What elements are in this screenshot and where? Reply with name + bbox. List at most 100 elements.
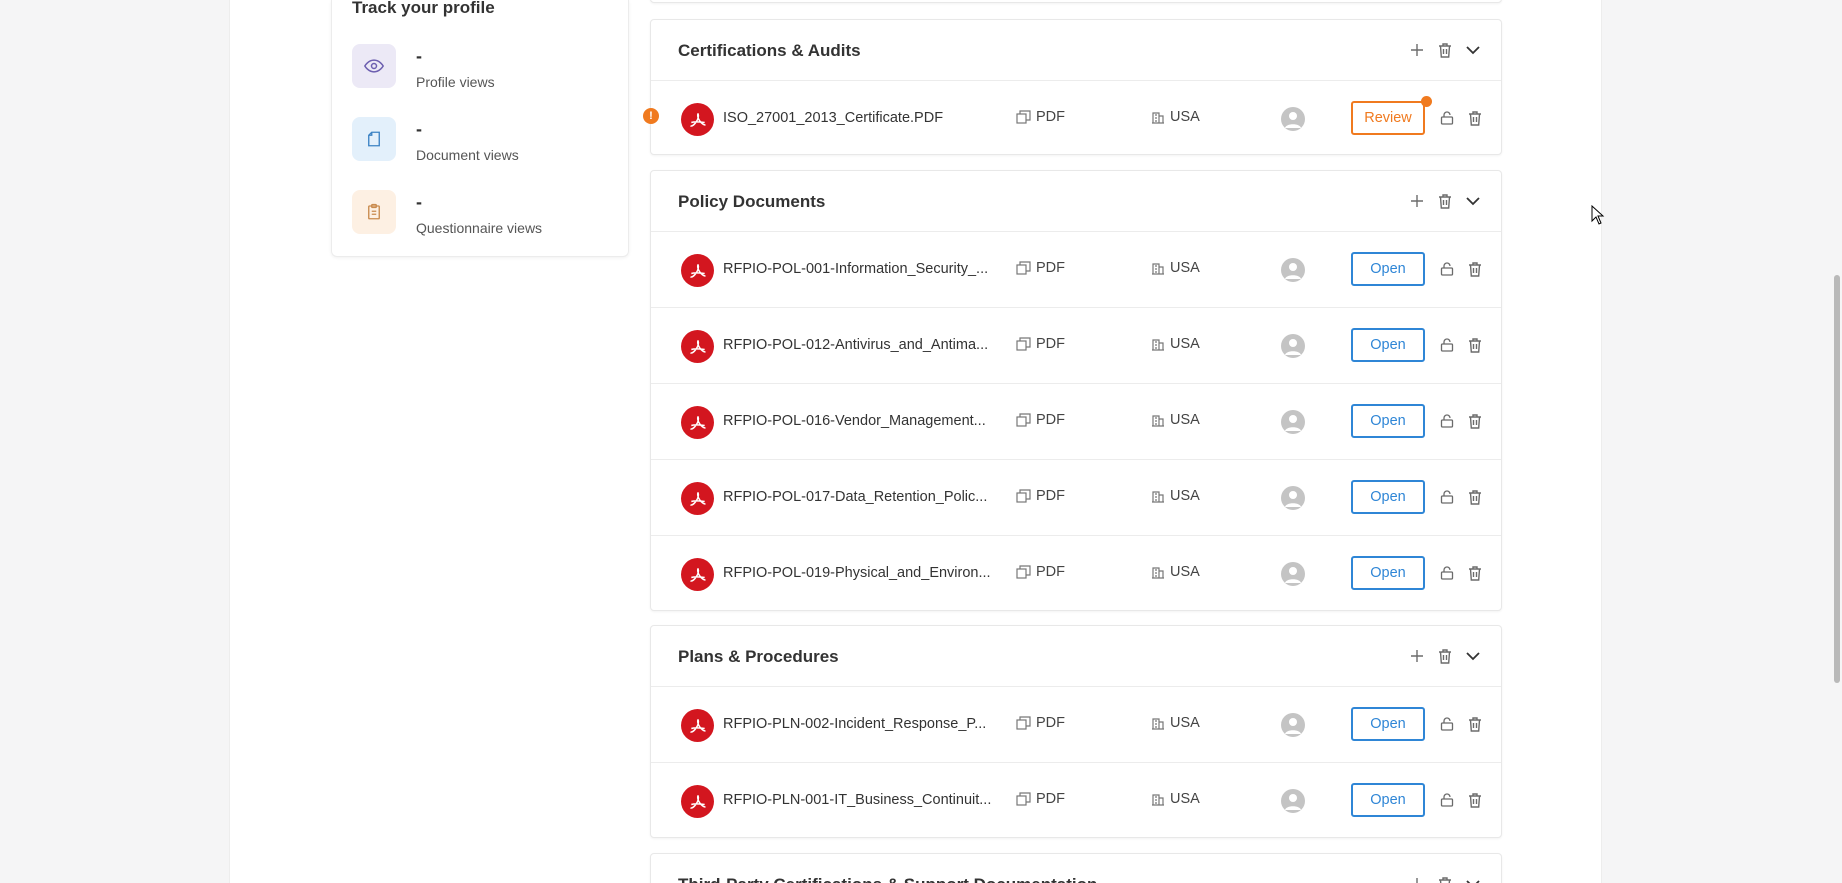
region-label: USA <box>1170 336 1200 352</box>
file-type-label: PDF <box>1036 260 1065 276</box>
section-third-party-certifications: Third-Party Certifications & Support Doc… <box>650 853 1502 883</box>
open-button[interactable]: Open <box>1351 328 1425 362</box>
chevron-down-icon[interactable] <box>1465 876 1481 883</box>
unlock-icon[interactable] <box>1439 792 1455 808</box>
region: USA <box>1151 791 1200 807</box>
unlock-icon[interactable] <box>1439 565 1455 581</box>
region: USA <box>1151 260 1200 276</box>
file-type-label: PDF <box>1036 715 1065 731</box>
document-row[interactable]: RFPIO-POL-019-Physical_and_Environ... PD… <box>651 536 1501 610</box>
review-button[interactable]: Review <box>1351 101 1425 135</box>
trash-icon[interactable] <box>1467 792 1483 808</box>
region-label: USA <box>1170 564 1200 580</box>
add-icon[interactable] <box>1409 876 1425 883</box>
document-row[interactable]: RFPIO-PLN-001-IT_Business_Continuit... P… <box>651 763 1501 837</box>
trash-icon[interactable] <box>1467 110 1483 126</box>
document-name[interactable]: RFPIO-POL-017-Data_Retention_Polic... <box>723 489 993 505</box>
region: USA <box>1151 336 1200 352</box>
avatar <box>1281 410 1305 434</box>
section-actions <box>1409 42 1481 58</box>
previous-section-edge <box>650 0 1502 3</box>
stat-questionnaire-views: - Questionnaire views <box>352 190 612 240</box>
open-button[interactable]: Open <box>1351 404 1425 438</box>
trash-icon[interactable] <box>1437 648 1453 664</box>
region-label: USA <box>1170 260 1200 276</box>
avatar <box>1281 258 1305 282</box>
add-icon[interactable] <box>1409 42 1425 58</box>
unlock-icon[interactable] <box>1439 337 1455 353</box>
trash-icon[interactable] <box>1467 489 1483 505</box>
file-type-label: PDF <box>1036 336 1065 352</box>
unlock-icon[interactable] <box>1439 413 1455 429</box>
trash-icon[interactable] <box>1467 716 1483 732</box>
file-type: PDF <box>1016 564 1065 580</box>
unlock-icon[interactable] <box>1439 716 1455 732</box>
open-button[interactable]: Open <box>1351 783 1425 817</box>
trash-icon[interactable] <box>1467 337 1483 353</box>
stat-value: - <box>416 192 422 212</box>
add-icon[interactable] <box>1409 648 1425 664</box>
stat-value: - <box>416 119 422 139</box>
section-plans-procedures: Plans & Procedures RFPIO-PLN-002-Inciden… <box>650 625 1502 838</box>
section-certifications-audits: Certifications & Audits ISO_27001_2013_C… <box>650 19 1502 155</box>
section-policy-documents: Policy Documents RFPIO-POL-001-Informati… <box>650 170 1502 611</box>
pdf-file-icon <box>681 558 714 591</box>
file-type-icon <box>1016 716 1031 730</box>
file-type-icon <box>1016 337 1031 351</box>
trash-icon[interactable] <box>1437 193 1453 209</box>
avatar <box>1281 562 1305 586</box>
trash-icon[interactable] <box>1467 413 1483 429</box>
open-button[interactable]: Open <box>1351 556 1425 590</box>
document-name[interactable]: RFPIO-POL-001-Information_Security_... <box>723 261 993 277</box>
document-name[interactable]: RFPIO-POL-019-Physical_and_Environ... <box>723 565 993 581</box>
file-type-icon <box>1016 489 1031 503</box>
document-name[interactable]: RFPIO-POL-016-Vendor_Management... <box>723 413 993 429</box>
notification-dot <box>1421 96 1432 107</box>
region-label: USA <box>1170 109 1200 125</box>
open-button[interactable]: Open <box>1351 707 1425 741</box>
section-header: Policy Documents <box>651 171 1501 232</box>
file-type-label: PDF <box>1036 109 1065 125</box>
document-name[interactable]: RFPIO-PLN-002-Incident_Response_P... <box>723 716 993 732</box>
scrollbar-thumb[interactable] <box>1834 275 1840 683</box>
unlock-icon[interactable] <box>1439 261 1455 277</box>
document-row[interactable]: RFPIO-POL-016-Vendor_Management... PDF U… <box>651 384 1501 460</box>
region-label: USA <box>1170 791 1200 807</box>
building-icon <box>1152 567 1164 579</box>
unlock-icon[interactable] <box>1439 110 1455 126</box>
open-button[interactable]: Open <box>1351 480 1425 514</box>
stat-profile-views: - Profile views <box>352 44 612 94</box>
trash-icon[interactable] <box>1467 261 1483 277</box>
document-name[interactable]: RFPIO-POL-012-Antivirus_and_Antima... <box>723 337 993 353</box>
open-button[interactable]: Open <box>1351 252 1425 286</box>
file-type: PDF <box>1016 488 1065 504</box>
building-icon <box>1152 112 1164 124</box>
chevron-down-icon[interactable] <box>1465 648 1481 664</box>
document-row[interactable]: RFPIO-POL-012-Antivirus_and_Antima... PD… <box>651 308 1501 384</box>
row-actions <box>1439 792 1483 808</box>
building-icon <box>1152 491 1164 503</box>
document-name[interactable]: RFPIO-PLN-001-IT_Business_Continuit... <box>723 792 993 808</box>
chevron-down-icon[interactable] <box>1465 42 1481 58</box>
row-actions <box>1439 565 1483 581</box>
unlock-icon[interactable] <box>1439 489 1455 505</box>
section-title: Third-Party Certifications & Support Doc… <box>678 875 1097 883</box>
add-icon[interactable] <box>1409 193 1425 209</box>
document-row[interactable]: RFPIO-POL-001-Information_Security_... P… <box>651 232 1501 308</box>
trash-icon[interactable] <box>1467 565 1483 581</box>
document-row[interactable]: ISO_27001_2013_Certificate.PDF PDF USA R… <box>651 81 1501 154</box>
section-title: Plans & Procedures <box>678 647 839 666</box>
document-name[interactable]: ISO_27001_2013_Certificate.PDF <box>723 110 993 126</box>
trash-icon[interactable] <box>1437 876 1453 883</box>
document-row[interactable]: RFPIO-PLN-002-Incident_Response_P... PDF… <box>651 687 1501 763</box>
document-row[interactable]: RFPIO-POL-017-Data_Retention_Polic... PD… <box>651 460 1501 536</box>
file-type: PDF <box>1016 336 1065 352</box>
region: USA <box>1151 109 1200 125</box>
chevron-down-icon[interactable] <box>1465 193 1481 209</box>
section-header: Third-Party Certifications & Support Doc… <box>651 854 1501 883</box>
row-actions <box>1439 716 1483 732</box>
region: USA <box>1151 488 1200 504</box>
region: USA <box>1151 564 1200 580</box>
trash-icon[interactable] <box>1437 42 1453 58</box>
file-type-label: PDF <box>1036 412 1065 428</box>
